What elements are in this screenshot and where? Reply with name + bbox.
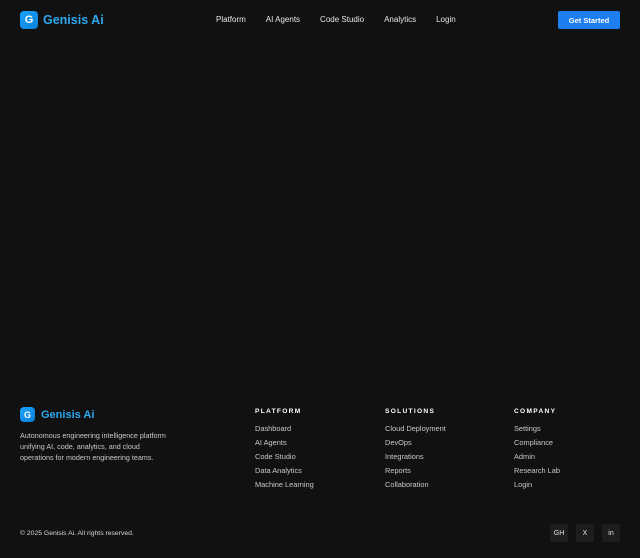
footer-link-machine-learning[interactable]: Machine Learning [255, 480, 314, 489]
footer-link-research-lab[interactable]: Research Lab [514, 466, 560, 475]
footer-brand-name: Genisis Ai [41, 408, 95, 421]
footer-logo-mark-icon: G [20, 407, 35, 422]
nav-item-analytics[interactable]: Analytics [384, 14, 416, 26]
get-started-button[interactable]: Get Started [558, 11, 620, 29]
footer-link-collaboration[interactable]: Collaboration [385, 480, 429, 489]
copyright-text: © 2025 Genisis Ai. All rights reserved. [20, 530, 134, 537]
logo-mark-icon: G [20, 11, 38, 29]
brand-name: Genisis Ai [43, 13, 104, 27]
nav-item-platform[interactable]: Platform [216, 14, 246, 26]
footer-column-title: PLATFORM [255, 408, 302, 415]
footer-logo[interactable]: G Genisis Ai [20, 407, 170, 422]
footer-link-devops[interactable]: DevOps [385, 438, 412, 447]
footer-column-platform: PLATFORM Dashboard AI Agents Code Studio… [255, 407, 314, 492]
footer-column-title: SOLUTIONS [385, 408, 436, 415]
footer-link-reports[interactable]: Reports [385, 466, 411, 475]
footer-link-data-analytics[interactable]: Data Analytics [255, 466, 302, 475]
x-icon[interactable]: X [576, 524, 594, 542]
footer-link-code-studio[interactable]: Code Studio [255, 452, 296, 461]
footer-brand: G Genisis Ai Autonomous engineering inte… [20, 407, 170, 464]
nav-item-code-studio[interactable]: Code Studio [320, 14, 364, 26]
footer-tagline: Autonomous engineering intelligence plat… [20, 431, 166, 463]
nav-item-login[interactable]: Login [436, 14, 456, 26]
social-links: GH X in [550, 524, 620, 542]
footer-link-settings[interactable]: Settings [514, 424, 541, 433]
footer-link-login[interactable]: Login [514, 480, 532, 489]
footer-link-dashboard[interactable]: Dashboard [255, 424, 291, 433]
footer-link-compliance[interactable]: Compliance [514, 438, 553, 447]
footer-column-company: COMPANY Settings Compliance Admin Resear… [514, 407, 560, 492]
top-header: G Genisis Ai Platform AI Agents Code Stu… [0, 0, 640, 40]
footer-link-ai-agents[interactable]: AI Agents [255, 438, 287, 447]
footer-link-admin[interactable]: Admin [514, 452, 535, 461]
nav-item-ai-agents[interactable]: AI Agents [266, 14, 300, 26]
github-icon[interactable]: GH [550, 524, 568, 542]
header-logo[interactable]: G Genisis Ai [20, 11, 104, 29]
footer-column-title: COMPANY [514, 408, 557, 415]
linkedin-icon[interactable]: in [602, 524, 620, 542]
footer-link-integrations[interactable]: Integrations [385, 452, 424, 461]
main-nav: Platform AI Agents Code Studio Analytics… [216, 14, 476, 26]
footer-link-cloud-deployment[interactable]: Cloud Deployment [385, 424, 446, 433]
footer-column-solutions: SOLUTIONS Cloud Deployment DevOps Integr… [385, 407, 446, 492]
